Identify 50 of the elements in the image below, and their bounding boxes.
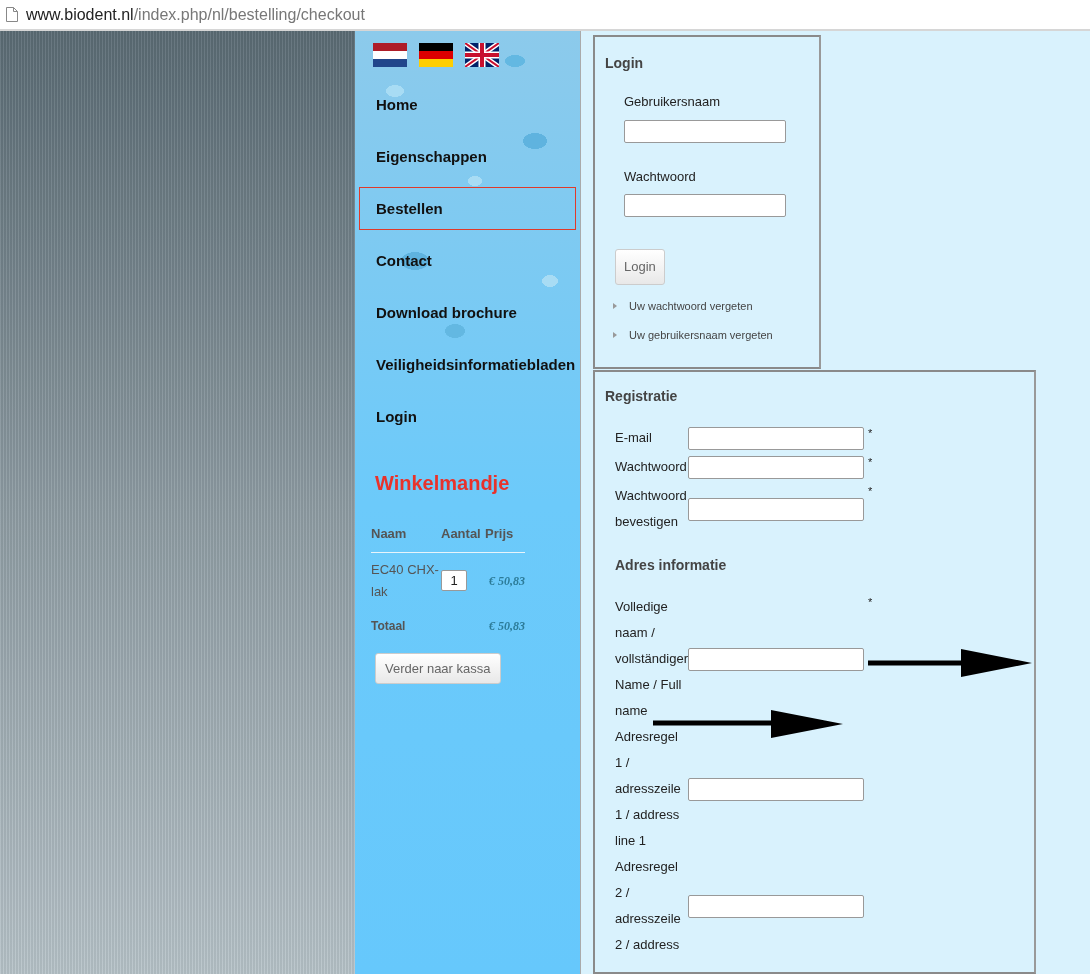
input-field[interactable]	[688, 455, 864, 479]
menu-item[interactable]: Bestellen	[359, 187, 576, 230]
menu-item[interactable]: Download brochure	[359, 291, 576, 334]
field-label: Wachtwoord	[624, 167, 697, 186]
link[interactable]: Uw gebruikersnaam vergeten	[629, 327, 773, 344]
required-marker: *	[868, 484, 873, 499]
uk-flag-icon[interactable]	[465, 43, 499, 67]
product-name: EC40 CHX-lak	[371, 552, 441, 609]
login-button[interactable]: Login	[615, 249, 665, 285]
field-label: Gebruikersnaam	[624, 93, 722, 111]
total-price: € 50,83	[488, 617, 525, 635]
menu-item[interactable]: Contact	[359, 239, 576, 282]
cart-title: Winkelmandje	[375, 471, 511, 496]
total-label: Totaal	[371, 617, 407, 635]
quantity-field[interactable]: 1	[441, 570, 467, 591]
input-field[interactable]	[688, 647, 864, 671]
field-label: Wachtwoord bevestigen	[615, 487, 688, 531]
page-icon	[6, 7, 18, 22]
checkout-button[interactable]: Verder naar kassa	[375, 652, 501, 684]
link[interactable]: Uw wachtwoord vergeten	[629, 297, 753, 314]
menu-item[interactable]: Veiligheidsinformatiebladen	[359, 343, 576, 386]
input-field[interactable]	[688, 497, 864, 521]
column-header: Aantal	[441, 520, 486, 552]
input-field[interactable]	[688, 894, 864, 918]
field-label: E-mail	[615, 429, 653, 447]
column-header: Naam	[371, 520, 441, 552]
input-field[interactable]	[624, 194, 786, 217]
input-field[interactable]	[688, 777, 864, 801]
germany-flag-icon[interactable]	[419, 43, 453, 67]
panel-title: Registratie	[605, 387, 679, 406]
input-field[interactable]	[624, 119, 786, 143]
required-marker: *	[868, 455, 873, 470]
section-title: Adres informatie	[615, 556, 728, 575]
menu-item[interactable]: Home	[359, 83, 576, 126]
field-label: Adresregel 1 / adresszeile 1 / address line 1	[615, 728, 682, 850]
required-marker: *	[868, 595, 873, 610]
address-bar[interactable]: www.biodent.nl/index.php/nl/bestelling/checkout	[26, 2, 365, 27]
column-header: Prijs	[485, 520, 525, 552]
required-marker: *	[868, 426, 873, 441]
menu-item[interactable]: Login	[359, 395, 576, 438]
netherlands-flag-icon[interactable]	[373, 43, 407, 67]
input-field[interactable]	[688, 426, 864, 450]
bullet-icon	[613, 332, 617, 339]
panel-title: Login	[605, 54, 645, 73]
menu-item[interactable]: Eigenschappen	[359, 135, 576, 178]
bullet-icon	[613, 302, 617, 309]
field-label: Wachtwoord	[615, 458, 688, 476]
field-label: Volledige naam / vollständiger Name / Full name	[615, 598, 688, 720]
product-price: € 50,83	[485, 552, 525, 609]
field-label: Adresregel 2 / adresszeile 2 / address	[615, 858, 682, 954]
